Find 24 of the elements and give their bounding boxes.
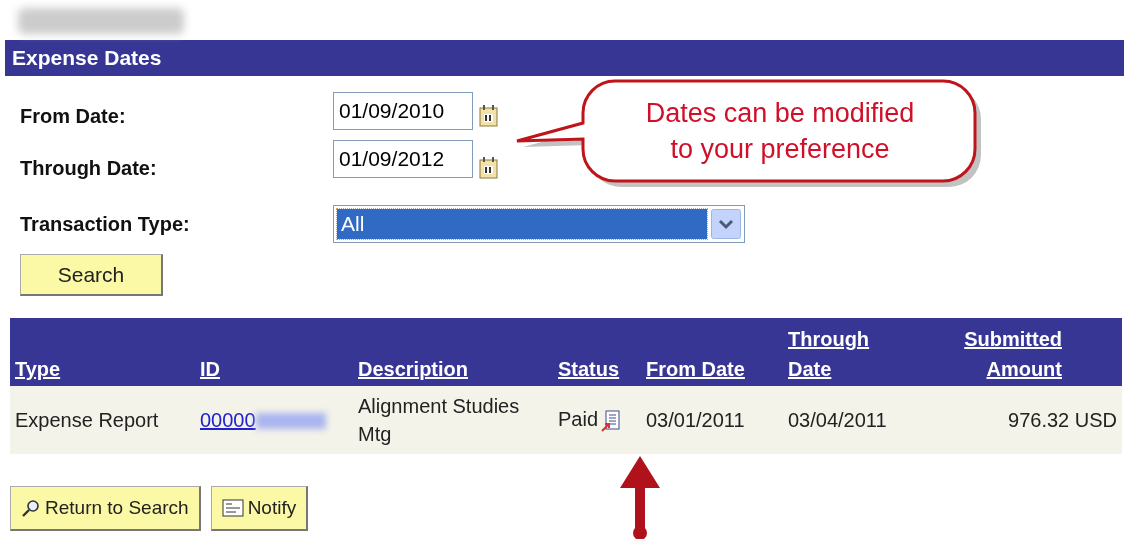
calendar-icon[interactable]: [478, 104, 500, 128]
transaction-type-dropdown[interactable]: All: [333, 205, 745, 243]
column-header-link[interactable]: ID: [200, 354, 220, 384]
table-cell: Alignment Studies Mtg: [358, 395, 520, 445]
notify-button[interactable]: Notify: [210, 486, 309, 531]
search-button[interactable]: Search: [20, 254, 163, 296]
field-label: Transaction Type:: [20, 212, 191, 236]
field-label: Through Date:: [20, 156, 158, 180]
table-cell: Expense Report: [15, 408, 159, 431]
date-field[interactable]: 01/09/2010: [333, 92, 473, 130]
search-icon: [21, 498, 41, 518]
note-icon: [221, 499, 244, 517]
table-cell: 03/04/2011: [788, 408, 887, 431]
table-cell: 976.32 USD: [1008, 408, 1117, 431]
callout-text: Dates can be modified to your preference: [644, 97, 916, 166]
field-label: From Date:: [20, 104, 127, 128]
table-cell: 03/01/2011: [646, 408, 745, 431]
document-icon[interactable]: [601, 409, 622, 432]
date-field[interactable]: 01/09/2012: [333, 140, 473, 178]
column-header-link[interactable]: Type: [15, 354, 61, 384]
section-header: Expense Dates: [5, 40, 1124, 76]
return-to-search-button[interactable]: Return to Search: [10, 486, 201, 531]
table-cell: Paid: [558, 408, 599, 431]
calendar-icon[interactable]: [478, 156, 500, 180]
